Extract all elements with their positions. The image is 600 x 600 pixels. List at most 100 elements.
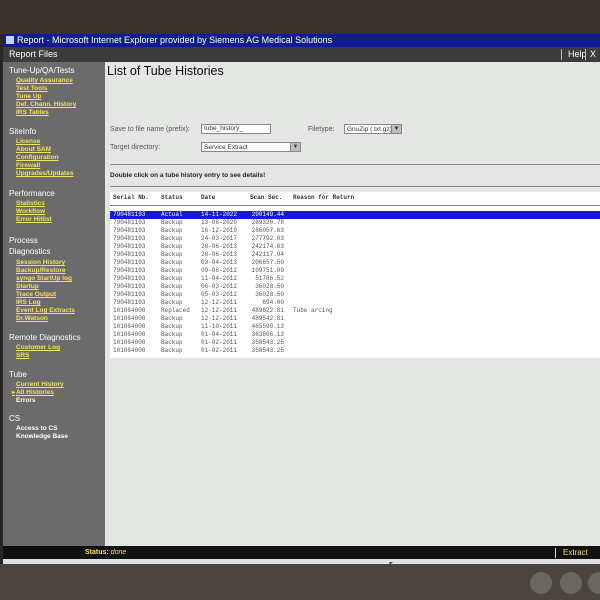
date-cell: 01-02-2011 — [201, 347, 238, 354]
table-row[interactable]: 790481193 Backup 16-12-2019 286057.63 — [110, 227, 600, 235]
date-cell: 28-06-2013 — [201, 251, 238, 258]
sidebar-item-tune-up[interactable]: Tune Up — [16, 93, 42, 100]
sidebar-item-def-chann-history[interactable]: Def. Chann. History — [16, 101, 76, 108]
serial-cell: 101084000 — [113, 339, 146, 346]
table-row[interactable]: 790481193 Backup 24-03-2017 277792.03 — [110, 235, 600, 243]
table-row[interactable]: 101084000 Backup 01-04-2011 383806.13 — [110, 331, 600, 339]
sidebar-item-irs-log[interactable]: IRS Log — [16, 299, 41, 306]
table-row[interactable]: 790481193 Backup 28-06-2013 242117.94 — [110, 251, 600, 259]
scan-sec-cell: 489542.81 — [251, 315, 284, 322]
table-row[interactable]: 101084000 Backup 01-02-2011 358543.25 — [110, 347, 600, 355]
sidebar-item-syngo-startup-log[interactable]: syngo StartUp log — [16, 275, 72, 282]
header-divider — [110, 205, 600, 206]
status-cell: Actual — [161, 211, 183, 218]
status-cell: Backup — [161, 347, 183, 354]
sidebar-item-license[interactable]: License — [16, 138, 40, 145]
date-cell: 12-12-2011 — [201, 307, 238, 314]
table-header: Serial Nb. Status Date Scan Sec. Reason … — [110, 194, 600, 204]
sidebar-item-quality-assurance[interactable]: Quality Assurance — [16, 77, 73, 84]
scan-sec-cell: 286057.63 — [251, 227, 284, 234]
sidebar-item-srs[interactable]: SRS — [16, 352, 29, 359]
sidebar-section-tube: Tube — [9, 370, 27, 379]
chevron-down-icon[interactable]: ▼ — [391, 125, 401, 133]
sidebar-section-cs: CS — [9, 414, 21, 423]
header-date[interactable]: Date — [201, 194, 215, 201]
scan-sec-cell: 358543.25 — [251, 339, 284, 346]
table-row[interactable]: 101084000 Backup 12-12-2011 489542.81 — [110, 315, 600, 323]
status-cell: Backup — [161, 275, 183, 282]
table-row[interactable]: 790481193 Backup 13-08-2020 289320.78 — [110, 219, 600, 227]
sidebar-item-upgrades-updates[interactable]: Upgrades/Updates — [16, 170, 73, 177]
header-reason[interactable]: Reason for Return — [293, 194, 354, 201]
menu-separator — [585, 49, 586, 60]
serial-cell: 790481193 — [113, 291, 146, 298]
sidebar-item-errors[interactable]: Errors — [16, 397, 36, 404]
sidebar-item-all-histories[interactable]: All Histories — [12, 389, 54, 396]
close-menu[interactable]: X — [590, 47, 596, 62]
filetype-select[interactable]: GnuZip (.txt.gz) ▼ — [344, 124, 402, 134]
status-cell: Backup — [161, 291, 183, 298]
table-row[interactable]: 790481193 Backup 05-03-2012 36028.50 — [110, 291, 600, 299]
table-row[interactable]: 790481193 Backup 03-04-2013 206657.50 — [110, 259, 600, 267]
sidebar-item-session-history[interactable]: Session History — [16, 259, 65, 266]
scan-sec-cell: 109751.09 — [251, 267, 284, 274]
table-row[interactable]: 790481193 Backup 09-08-2012 109751.09 — [110, 267, 600, 275]
scan-sec-cell: 290149.44 — [251, 211, 284, 218]
status-cell: Backup — [161, 299, 183, 306]
browser-icon — [6, 36, 14, 44]
header-status[interactable]: Status — [161, 194, 183, 201]
window-title: Report - Microsoft Internet Explorer pro… — [17, 35, 333, 45]
tube-history-table: Serial Nb. Status Date Scan Sec. Reason … — [110, 192, 600, 358]
sidebar-item-about-sam[interactable]: About SAM — [16, 146, 51, 153]
date-cell: 11-10-2011 — [201, 323, 238, 330]
sidebar-item-current-history[interactable]: Current History — [16, 381, 64, 388]
table-row[interactable]: 101084000 Replaced 12-12-2011 489622.81 Tube… — [110, 307, 600, 315]
report-files-menu[interactable]: Report Files — [9, 47, 58, 62]
scan-sec-cell: 489622.81 — [251, 307, 284, 314]
header-serial[interactable]: Serial Nb. — [113, 194, 149, 201]
sidebar-item-trace-output[interactable]: Trace Output — [16, 291, 56, 298]
sidebar-section-siteinfo: SiteInfo — [9, 127, 37, 136]
chevron-down-icon[interactable]: ▼ — [290, 143, 300, 151]
serial-cell: 790481193 — [113, 243, 146, 250]
divider — [110, 186, 600, 187]
table-row[interactable]: 790481193 Backup 28-06-2013 242174.63 — [110, 243, 600, 251]
table-row[interactable]: 790481193 Backup 12-12-2011 694.00 — [110, 299, 600, 307]
sidebar-item-knowledge-base[interactable]: Knowledge Base — [16, 433, 68, 440]
menu-bar: Report Files Help X — [3, 47, 600, 62]
table-row[interactable]: 101084000 Backup 11-10-2011 465599.13 — [110, 323, 600, 331]
sidebar-item-test-tools[interactable]: Test Tools — [16, 85, 48, 92]
scan-sec-cell: 206657.50 — [251, 259, 284, 266]
table-row[interactable]: 790481193 Actual 14-11-2022 290149.44 — [110, 211, 600, 219]
header-scan-sec[interactable]: Scan Sec. — [250, 194, 282, 201]
help-menu[interactable]: Help — [568, 47, 587, 62]
sidebar-item-customer-log[interactable]: Customer Log — [16, 344, 60, 351]
status-cell: Replaced — [161, 307, 190, 314]
sidebar-item-workflow[interactable]: Workflow — [16, 208, 45, 215]
scan-sec-cell: 242174.63 — [251, 243, 284, 250]
serial-cell: 101084000 — [113, 315, 146, 322]
date-cell: 01-04-2011 — [201, 331, 238, 338]
sidebar-item-access-to-cs[interactable]: Access to CS — [16, 425, 58, 432]
sidebar-item-error-hitlist[interactable]: Error Hitlist — [16, 216, 52, 223]
sidebar-item-startup[interactable]: Startup — [16, 283, 39, 290]
table-row[interactable]: 101084000 Backup 01-02-2011 358543.25 — [110, 339, 600, 347]
sidebar-item-irs-tables[interactable]: IRS Tables — [16, 109, 49, 116]
status-cell: Backup — [161, 227, 183, 234]
sidebar-item-event-log-extracts[interactable]: Event Log Extracts — [16, 307, 75, 314]
extract-button[interactable]: Extract — [563, 546, 588, 559]
serial-cell: 101084000 — [113, 331, 146, 338]
serial-cell: 101084000 — [113, 307, 146, 314]
monitor-bezel-bottom — [0, 564, 600, 600]
table-row[interactable]: 790481193 Backup 06-03-2012 36028.50 — [110, 283, 600, 291]
table-row[interactable]: 790481193 Backup 11-04-2012 51786.52 — [110, 275, 600, 283]
sidebar-item-dr-watson[interactable]: Dr.Watson — [16, 315, 48, 322]
target-directory-select[interactable]: Service Extract ▼ — [201, 142, 301, 152]
sidebar-item-statistics[interactable]: Statistics — [16, 200, 45, 207]
save-file-input[interactable] — [201, 124, 271, 134]
sidebar-item-backup-restore[interactable]: Backup/Restore — [16, 267, 66, 274]
sidebar-item-configuration[interactable]: Configuration — [16, 154, 59, 161]
filetype-label: Filetype: — [308, 126, 335, 133]
sidebar-item-firewall[interactable]: Firewall — [16, 162, 40, 169]
status-cell: Backup — [161, 315, 183, 322]
